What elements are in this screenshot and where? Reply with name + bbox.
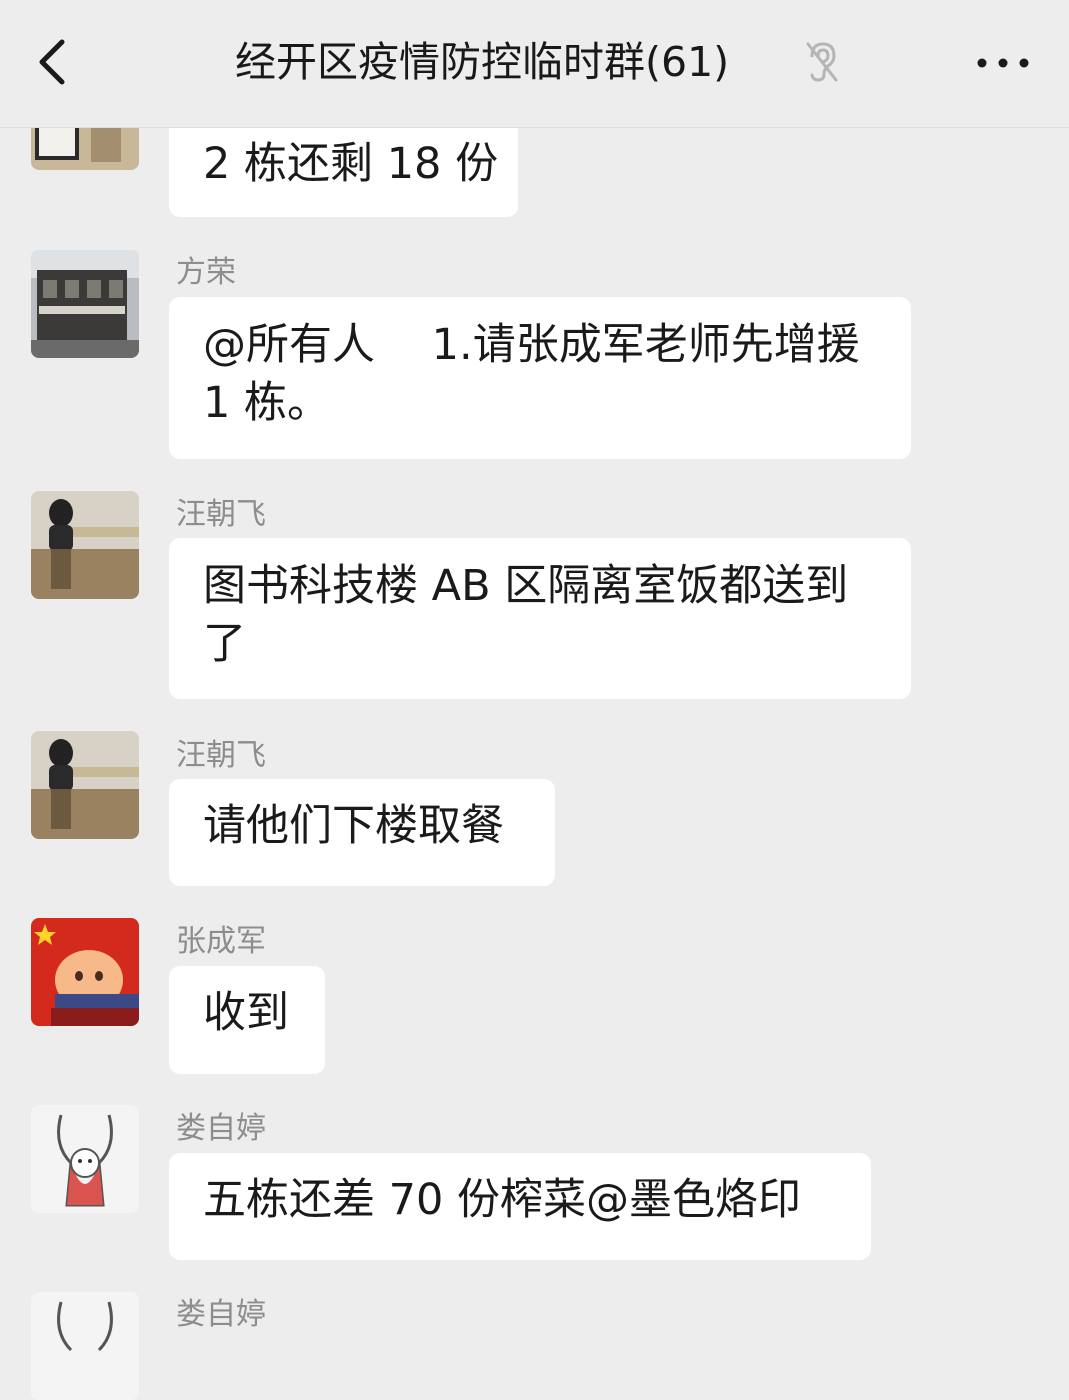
sender-avatar[interactable] bbox=[31, 918, 139, 1026]
message-bubble[interactable]: 请他们下楼取餐 bbox=[169, 779, 555, 886]
more-dots-icon bbox=[977, 58, 1029, 68]
sender-name: 张成军 bbox=[176, 924, 266, 959]
chat-title: 经开区疫情防控临时群(61) bbox=[235, 38, 730, 86]
message-bubble[interactable]: @所有人 1.请张成军老师先增援 1 栋。 bbox=[169, 297, 911, 459]
sender-avatar[interactable] bbox=[31, 491, 139, 599]
message-text: 2 栋还剩 18 份 bbox=[203, 139, 499, 189]
more-options-button[interactable] bbox=[968, 40, 1038, 86]
back-button[interactable] bbox=[22, 26, 82, 98]
sender-name: 娄自婷 bbox=[176, 1111, 266, 1146]
sender-name: 汪朝飞 bbox=[176, 738, 266, 773]
message-text: 五栋还差 70 份榨菜@墨色烙印 bbox=[203, 1175, 802, 1225]
message-bubble[interactable]: 五栋还差 70 份榨菜@墨色烙印 bbox=[169, 1153, 871, 1260]
message-bubble[interactable]: 2 栋还剩 18 份 bbox=[169, 117, 518, 217]
message-bubble[interactable]: 收到 bbox=[169, 966, 325, 1074]
sender-name: 方荣 bbox=[176, 255, 236, 290]
sender-avatar[interactable] bbox=[31, 250, 139, 358]
sender-avatar[interactable] bbox=[31, 1105, 139, 1213]
message-text: 图书科技楼 AB 区隔离室饭都送到了 bbox=[203, 561, 849, 669]
message-text: 收到 bbox=[203, 988, 289, 1038]
chat-message-list[interactable]: 2 栋还剩 18 份 方荣 @所有人 1.请张成军老师先增援 1 栋。 汪朝飞 … bbox=[0, 0, 1069, 1400]
sender-name: 汪朝飞 bbox=[176, 497, 266, 532]
message-text: @所有人 1.请张成军老师先增援 1 栋。 bbox=[203, 320, 860, 428]
message-text: 请他们下楼取餐 bbox=[203, 801, 504, 851]
chevron-left-icon bbox=[39, 39, 65, 85]
sender-avatar[interactable] bbox=[31, 731, 139, 839]
sender-name: 娄自婷 bbox=[176, 1297, 266, 1332]
chat-header: 经开区疫情防控临时群(61) bbox=[0, 0, 1069, 128]
message-bubble[interactable]: 图书科技楼 AB 区隔离室饭都送到了 bbox=[169, 538, 911, 699]
sender-avatar[interactable] bbox=[31, 1292, 139, 1400]
ear-mute-icon bbox=[804, 40, 840, 84]
